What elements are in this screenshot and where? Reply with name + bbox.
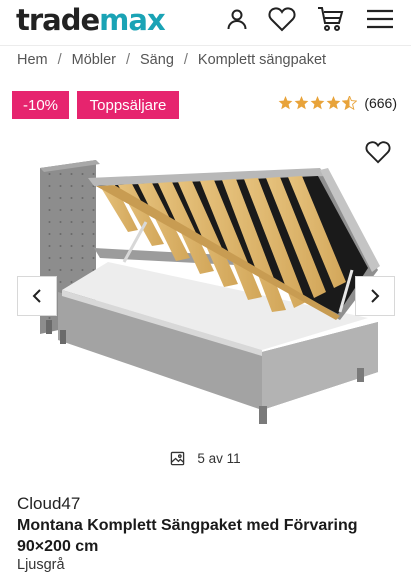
star-icon [294,96,309,110]
image-counter: 5 av 11 [0,451,411,466]
product-image-gallery[interactable] [0,130,411,440]
chevron-right-icon [371,289,380,303]
image-icon [171,451,185,466]
breadcrumb-item-bed[interactable]: Säng [140,52,174,68]
star-icon [278,96,293,110]
gallery-prev-button[interactable] [17,276,57,316]
product-image-bed [40,160,380,424]
half-star-icon [342,96,358,110]
menu-icon[interactable] [366,5,394,33]
rating-count: (666) [364,95,397,111]
logo-text-trade: trade [16,3,100,37]
site-header: trademax [0,0,411,46]
favorite-heart-icon[interactable] [365,140,391,169]
topseller-badge: Toppsäljare [77,91,179,119]
rating-stars [278,96,358,110]
breadcrumb-item-furniture[interactable]: Möbler [72,52,116,68]
logo-text-max: max [99,3,165,37]
account-icon[interactable] [223,5,251,33]
breadcrumb-item-bed-package[interactable]: Komplett sängpaket [198,52,326,68]
star-icon [326,96,341,110]
product-title: Montana Komplett Sängpaket med Förvaring… [17,517,358,555]
gallery-next-button[interactable] [355,276,395,316]
breadcrumb-separator: / [125,52,131,68]
breadcrumb-separator: / [57,52,62,68]
chevron-left-icon [32,289,41,303]
image-counter-text: 5 av 11 [197,451,241,466]
heart-icon[interactable] [268,5,296,33]
discount-badge: -10% [12,91,69,119]
trademax-logo[interactable]: trademax [16,3,166,37]
breadcrumb-item-home[interactable]: Hem [17,52,48,68]
product-rating[interactable]: (666) [278,95,397,111]
cart-icon[interactable] [316,5,344,33]
product-color: Ljusgrå [17,557,65,573]
star-icon [310,96,325,110]
breadcrumb-separator: / [183,52,188,68]
product-brand[interactable]: Cloud47 [17,494,80,514]
breadcrumb: Hem / Möbler / Säng / Komplett sängpaket [17,52,326,68]
